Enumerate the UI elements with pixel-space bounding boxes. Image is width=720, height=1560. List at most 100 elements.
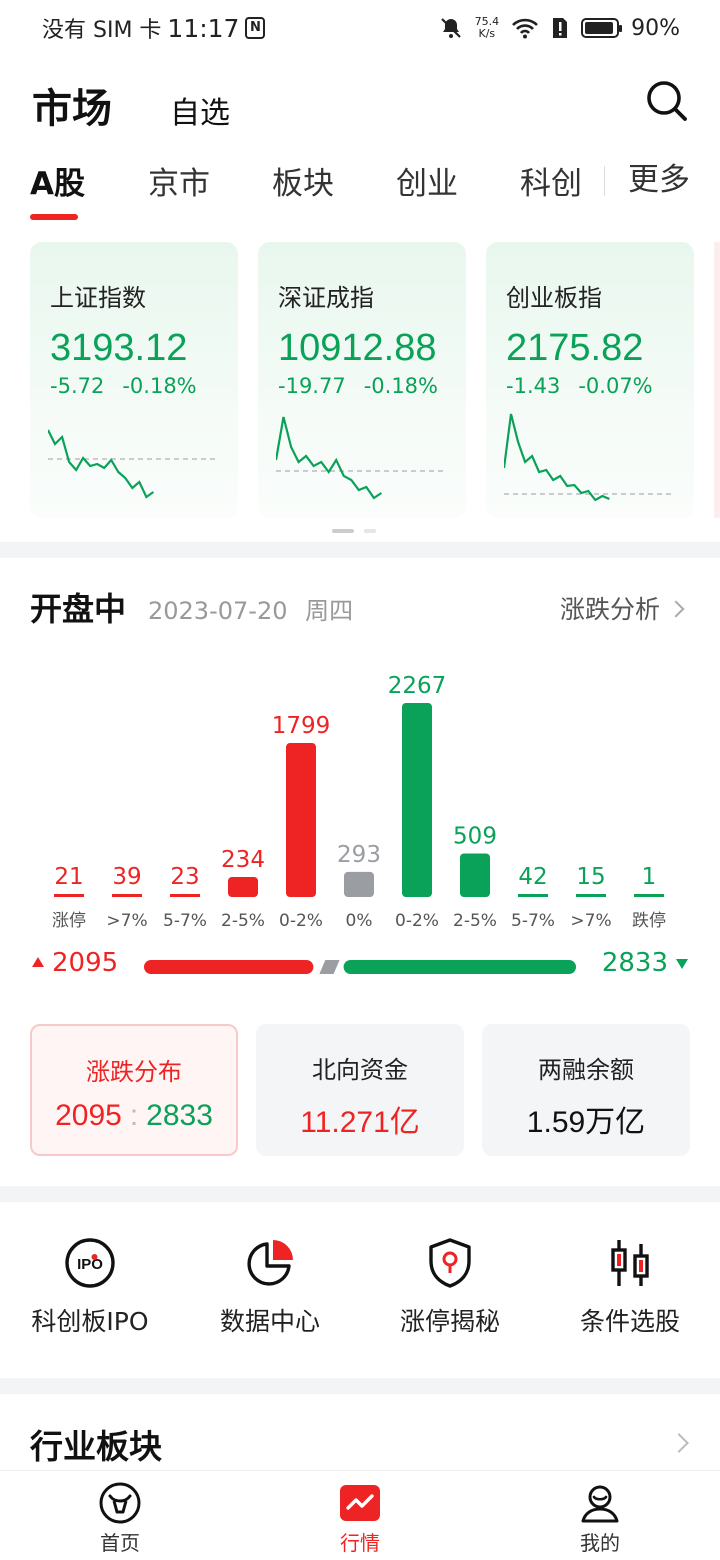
industry-section-title: 行业板块 (30, 1427, 162, 1466)
candlestick-icon (611, 1240, 649, 1286)
chart-value-label: 1 (642, 864, 657, 890)
falling-count: 2833 (602, 948, 688, 978)
stat-value: 2095:2833 (32, 1099, 236, 1133)
nav-label: 我的 (580, 1531, 620, 1555)
search-icon[interactable] (644, 78, 688, 122)
ratio-bar-track (144, 960, 576, 974)
ipo-icon: IPO (65, 1238, 115, 1288)
index-change-pct: -0.18% (122, 374, 197, 398)
analysis-label: 涨跌分析 (560, 595, 661, 624)
distribution-chart: 21 涨停 39 >7% 23 5-7% 234 2-5% 1799 0-2% 293 0% 2267 0… (52, 673, 666, 931)
chart-category-label: 0-2% (279, 911, 323, 931)
stat-card-northbound[interactable]: 北向资金 11.271亿 (256, 1024, 464, 1156)
nav-home[interactable]: 首页 (60, 1481, 180, 1556)
rise-fall-ratio: 2095 2833 (0, 948, 720, 988)
carousel-dot-active (332, 529, 354, 533)
index-cards: 上证指数 3193.12 -5.72 -0.18% 深证成指 10912.88 -… (30, 242, 720, 518)
index-card-chinext[interactable]: 创业板指 2175.82 -1.43 -0.07% (486, 242, 694, 518)
tab-beijing[interactable]: 京市 (148, 158, 210, 203)
carousel-dot (364, 529, 376, 533)
chart-value-label: 509 (453, 823, 497, 849)
status-bar: 没有 SIM 卡 11:17 N 75.4 K/s 90% (0, 0, 720, 56)
sparkline-path (504, 413, 610, 502)
shortcut-label: 数据中心 (219, 1307, 320, 1336)
ratio-segment-up (144, 960, 314, 974)
tab-more[interactable]: 更多 (628, 154, 690, 199)
chart-category-label: 跌停 (632, 911, 666, 931)
chart-bar (228, 876, 258, 897)
nav-market[interactable]: 行情 (300, 1481, 420, 1556)
index-change-abs: -19.77 (278, 374, 346, 398)
bottom-nav: 首页 行情 我的 (0, 1470, 720, 1560)
section-separator (0, 1378, 720, 1394)
chart-value-label: 15 (576, 864, 605, 890)
index-change-abs: -5.72 (50, 374, 105, 398)
chart-value-label: 39 (112, 864, 141, 890)
shortcut-data-center[interactable]: 数据中心 (180, 1236, 360, 1338)
network-speed: 75.4 K/s (475, 16, 500, 40)
chart-category-label: 2-5% (453, 911, 497, 931)
index-change: -1.43 -0.07% (506, 374, 674, 398)
chart-bar (576, 894, 606, 897)
shortcut-limit-up-reveal[interactable]: 涨停揭秘 (360, 1236, 540, 1338)
tab-a-shares[interactable]: A股 (30, 158, 85, 203)
index-change: -5.72 -0.18% (50, 374, 218, 398)
index-name: 深证成指 (278, 284, 374, 312)
wifi-icon (512, 18, 539, 39)
stat-label: 涨跌分布 (86, 1058, 182, 1086)
battery-percent: 90% (631, 15, 680, 41)
stat-card-margin[interactable]: 两融余额 1.59万亿 (482, 1024, 690, 1156)
chart-category-label: >7% (570, 911, 611, 931)
status-right: 75.4 K/s 90% (439, 16, 680, 41)
shield-pin-icon (429, 1238, 471, 1288)
tab-chinext[interactable]: 创业 (396, 158, 458, 203)
pie-chart-icon (247, 1240, 293, 1286)
index-value: 2175.82 (506, 327, 644, 369)
chart-category-label: 5-7% (163, 911, 207, 931)
profile-icon (581, 1485, 619, 1523)
ratio-segment-down (343, 960, 576, 974)
chart-value-label: 21 (54, 864, 83, 890)
date-text: 2023-07-20 (148, 597, 288, 625)
shortcut-star-ipo[interactable]: IPO 科创板IPO (0, 1236, 180, 1338)
stat-label: 北向资金 (312, 1056, 408, 1084)
watchlist-tab[interactable]: 自选 (170, 88, 230, 132)
tab-star-market[interactable]: 科创 (520, 158, 582, 203)
index-value: 3193.12 (50, 327, 188, 369)
svg-text:IPO: IPO (77, 1256, 103, 1273)
chart-bar (518, 894, 548, 897)
stat-value: 11.271亿 (300, 1106, 420, 1139)
index-card-shanghai[interactable]: 上证指数 3193.12 -5.72 -0.18% (30, 242, 238, 518)
chart-category-label: >7% (106, 911, 147, 931)
stat-card-distribution[interactable]: 涨跌分布 2095:2833 (30, 1024, 238, 1156)
chart-category-label: 5-7% (511, 911, 555, 931)
weekday-text: 周四 (305, 597, 354, 625)
chevron-right-icon (667, 600, 685, 618)
shortcut-label: 科创板IPO (31, 1307, 149, 1336)
market-tabs: A股 京市 板块 创业 科创 更多 (0, 158, 720, 228)
active-tab-indicator (30, 214, 78, 220)
index-change-abs: -1.43 (506, 374, 561, 398)
chart-bar (54, 894, 84, 897)
falling-count-value: 2833 (601, 948, 668, 978)
index-change-pct: -0.18% (363, 374, 438, 398)
stat-colon: : (129, 1099, 139, 1132)
arrow-down-icon (676, 959, 688, 969)
index-value: 10912.88 (278, 327, 437, 369)
nav-label: 首页 (100, 1531, 140, 1555)
chart-value-label: 234 (221, 847, 265, 873)
tab-divider (604, 166, 605, 196)
chevron-right-icon[interactable] (669, 1433, 689, 1453)
rise-fall-analysis-link[interactable]: 涨跌分析 (560, 590, 685, 626)
shortcut-stock-screener[interactable]: 条件选股 (540, 1236, 720, 1338)
index-card-shenzhen[interactable]: 深证成指 10912.88 -19.77 -0.18% (258, 242, 466, 518)
tab-sectors[interactable]: 板块 (272, 158, 334, 203)
chart-bar (286, 743, 316, 897)
market-status: 开盘中 (30, 590, 127, 628)
nav-profile[interactable]: 我的 (540, 1481, 660, 1556)
ratio-segment-flat (319, 960, 340, 974)
section-separator (0, 1186, 720, 1202)
market-chart-icon (340, 1485, 380, 1521)
bell-off-icon (440, 18, 461, 38)
arrow-up-icon (32, 957, 44, 967)
